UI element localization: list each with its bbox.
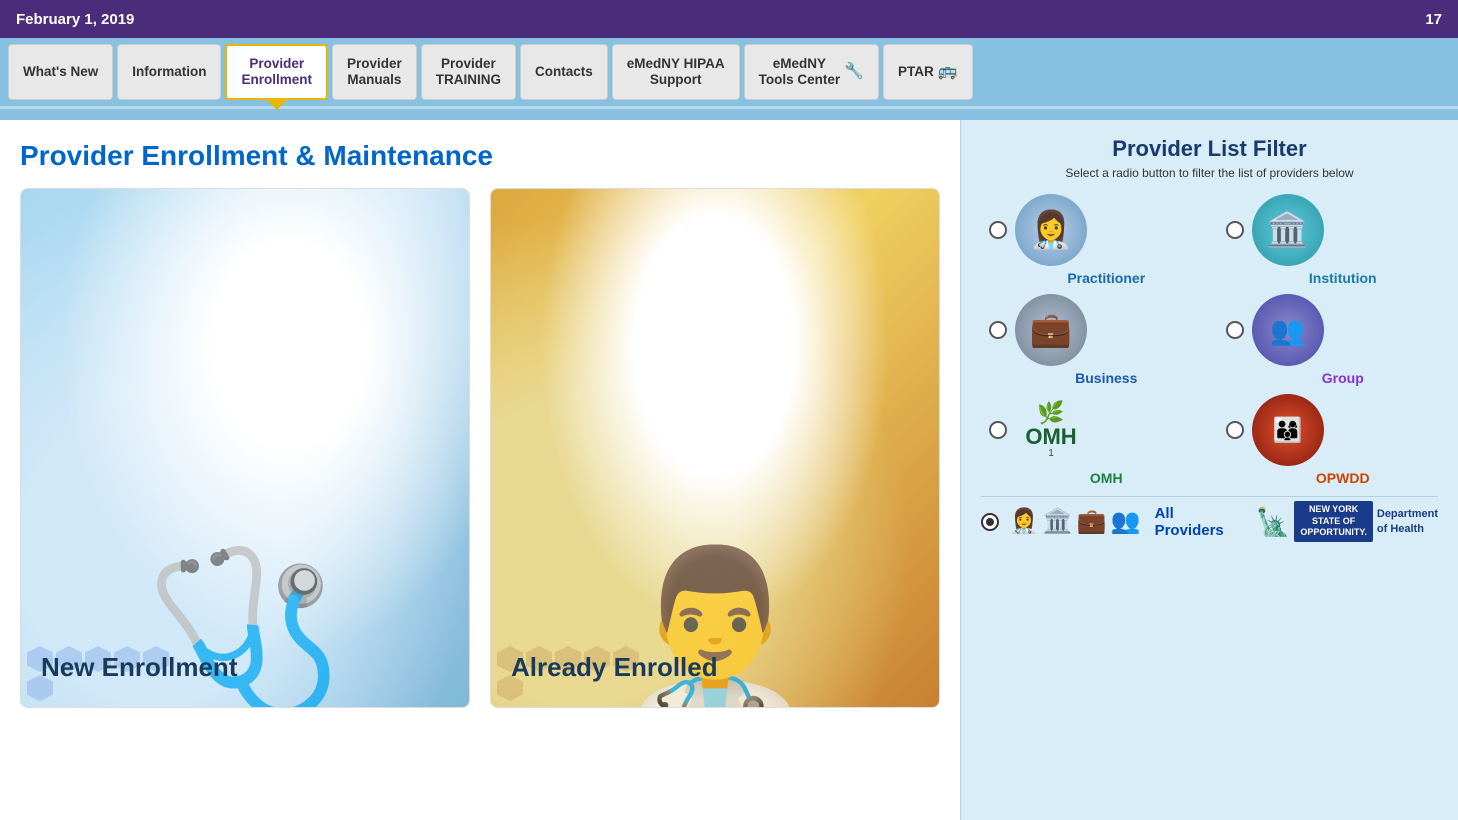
nav-underline bbox=[0, 106, 1458, 120]
all-prov-icon-nurse: 👩‍⚕️ bbox=[1009, 507, 1039, 536]
nav-provider-manuals[interactable]: ProviderManuals bbox=[332, 44, 417, 100]
ny-state-shape-icon: 🗽 bbox=[1255, 505, 1290, 538]
all-prov-icon-institution: 🏛️ bbox=[1043, 507, 1073, 536]
provider-option-omh[interactable]: 🌿 OMH 1 OMH bbox=[981, 394, 1202, 486]
filter-title: Provider List Filter bbox=[981, 136, 1438, 162]
already-enrolled-card[interactable]: 👨‍⚕️ Already Enrolled bbox=[490, 188, 940, 708]
radio-all-providers[interactable] bbox=[981, 513, 999, 531]
provider-option-institution[interactable]: 🏛️ Institution bbox=[1218, 194, 1439, 286]
ny-badge: NEW YORK STATE OF OPPORTUNITY. bbox=[1294, 501, 1373, 542]
label-practitioner: Practitioner bbox=[1067, 270, 1145, 286]
card-image-gold: 👨‍⚕️ bbox=[491, 189, 939, 707]
new-enrollment-label: New Enrollment bbox=[21, 632, 469, 707]
nav-emedny-tools[interactable]: eMedNYTools Center 🔧 bbox=[744, 44, 879, 100]
right-panel: Provider List Filter Select a radio butt… bbox=[960, 120, 1458, 820]
icon-institution: 🏛️ bbox=[1252, 194, 1324, 266]
nav-contacts[interactable]: Contacts bbox=[520, 44, 608, 100]
icon-opwdd: 👨‍👩‍👦 bbox=[1252, 394, 1324, 466]
all-providers-icons: 👩‍⚕️ 🏛️ 💼 👥 bbox=[1009, 507, 1141, 536]
nav-provider-enrollment[interactable]: ProviderEnrollment bbox=[225, 44, 328, 100]
radio-business[interactable] bbox=[989, 321, 1007, 339]
card-image-blue: 🩺 bbox=[21, 189, 469, 707]
label-omh: OMH bbox=[1090, 470, 1123, 486]
ptar-icon: 🚌 bbox=[938, 62, 958, 81]
provider-option-practitioner[interactable]: 👩‍⚕️ Practitioner bbox=[981, 194, 1202, 286]
label-group: Group bbox=[1322, 370, 1364, 386]
ny-logo: 🗽 NEW YORK STATE OF OPPORTUNITY. Departm… bbox=[1255, 501, 1438, 542]
main-content: Provider Enrollment & Maintenance 🩺 bbox=[0, 120, 1458, 820]
new-enrollment-card[interactable]: 🩺 New Enrollment bbox=[20, 188, 470, 708]
active-arrow bbox=[267, 100, 287, 110]
page-title: Provider Enrollment & Maintenance bbox=[20, 140, 940, 172]
filter-subtitle: Select a radio button to filter the list… bbox=[981, 166, 1438, 180]
all-providers-row[interactable]: 👩‍⚕️ 🏛️ 💼 👥 All Providers 🗽 NEW YORK STA… bbox=[981, 496, 1438, 546]
icon-group: 👥 bbox=[1252, 294, 1324, 366]
provider-option-business[interactable]: 💼 Business bbox=[981, 294, 1202, 386]
card-inner-blue: 🩺 New Enrollment bbox=[21, 189, 469, 707]
provider-option-group[interactable]: 👥 Group bbox=[1218, 294, 1439, 386]
top-bar: February 1, 2019 17 bbox=[0, 0, 1458, 38]
tools-icon: 🔧 bbox=[844, 62, 864, 81]
radio-omh[interactable] bbox=[989, 421, 1007, 439]
page-number: 17 bbox=[1425, 11, 1442, 28]
all-prov-icon-group: 👥 bbox=[1111, 507, 1141, 536]
radio-practitioner[interactable] bbox=[989, 221, 1007, 239]
provider-option-opwdd[interactable]: 👨‍👩‍👦 OPWDD bbox=[1218, 394, 1439, 486]
card-inner-gold: 👨‍⚕️ Already Enrolled bbox=[491, 189, 939, 707]
navigation-bar: What's New Information ProviderEnrollmen… bbox=[0, 38, 1458, 106]
icon-practitioner: 👩‍⚕️ bbox=[1015, 194, 1087, 266]
label-institution: Institution bbox=[1309, 270, 1377, 286]
enrollment-cards: 🩺 New Enrollment bbox=[20, 188, 940, 708]
nav-information[interactable]: Information bbox=[117, 44, 221, 100]
icon-omh: 🌿 OMH 1 bbox=[1015, 394, 1087, 466]
all-providers-label: All Providers bbox=[1155, 505, 1246, 539]
date-label: February 1, 2019 bbox=[16, 11, 134, 28]
label-opwdd: OPWDD bbox=[1316, 470, 1370, 486]
icon-business: 💼 bbox=[1015, 294, 1087, 366]
provider-grid: 👩‍⚕️ Practitioner 🏛️ Institution 💼 Busin… bbox=[981, 194, 1438, 486]
already-enrolled-label: Already Enrolled bbox=[491, 632, 939, 707]
radio-group[interactable] bbox=[1226, 321, 1244, 339]
radio-institution[interactable] bbox=[1226, 221, 1244, 239]
dept-health-label: Department of Health bbox=[1377, 507, 1438, 536]
all-prov-icon-briefcase: 💼 bbox=[1077, 507, 1107, 536]
label-business: Business bbox=[1075, 370, 1137, 386]
nav-emedny-hipaa[interactable]: eMedNY HIPAASupport bbox=[612, 44, 740, 100]
left-panel: Provider Enrollment & Maintenance 🩺 bbox=[0, 120, 960, 820]
radio-opwdd[interactable] bbox=[1226, 421, 1244, 439]
nav-whats-new[interactable]: What's New bbox=[8, 44, 113, 100]
nav-provider-training[interactable]: ProviderTRAINING bbox=[421, 44, 516, 100]
nav-ptar[interactable]: PTAR 🚌 bbox=[883, 44, 973, 100]
